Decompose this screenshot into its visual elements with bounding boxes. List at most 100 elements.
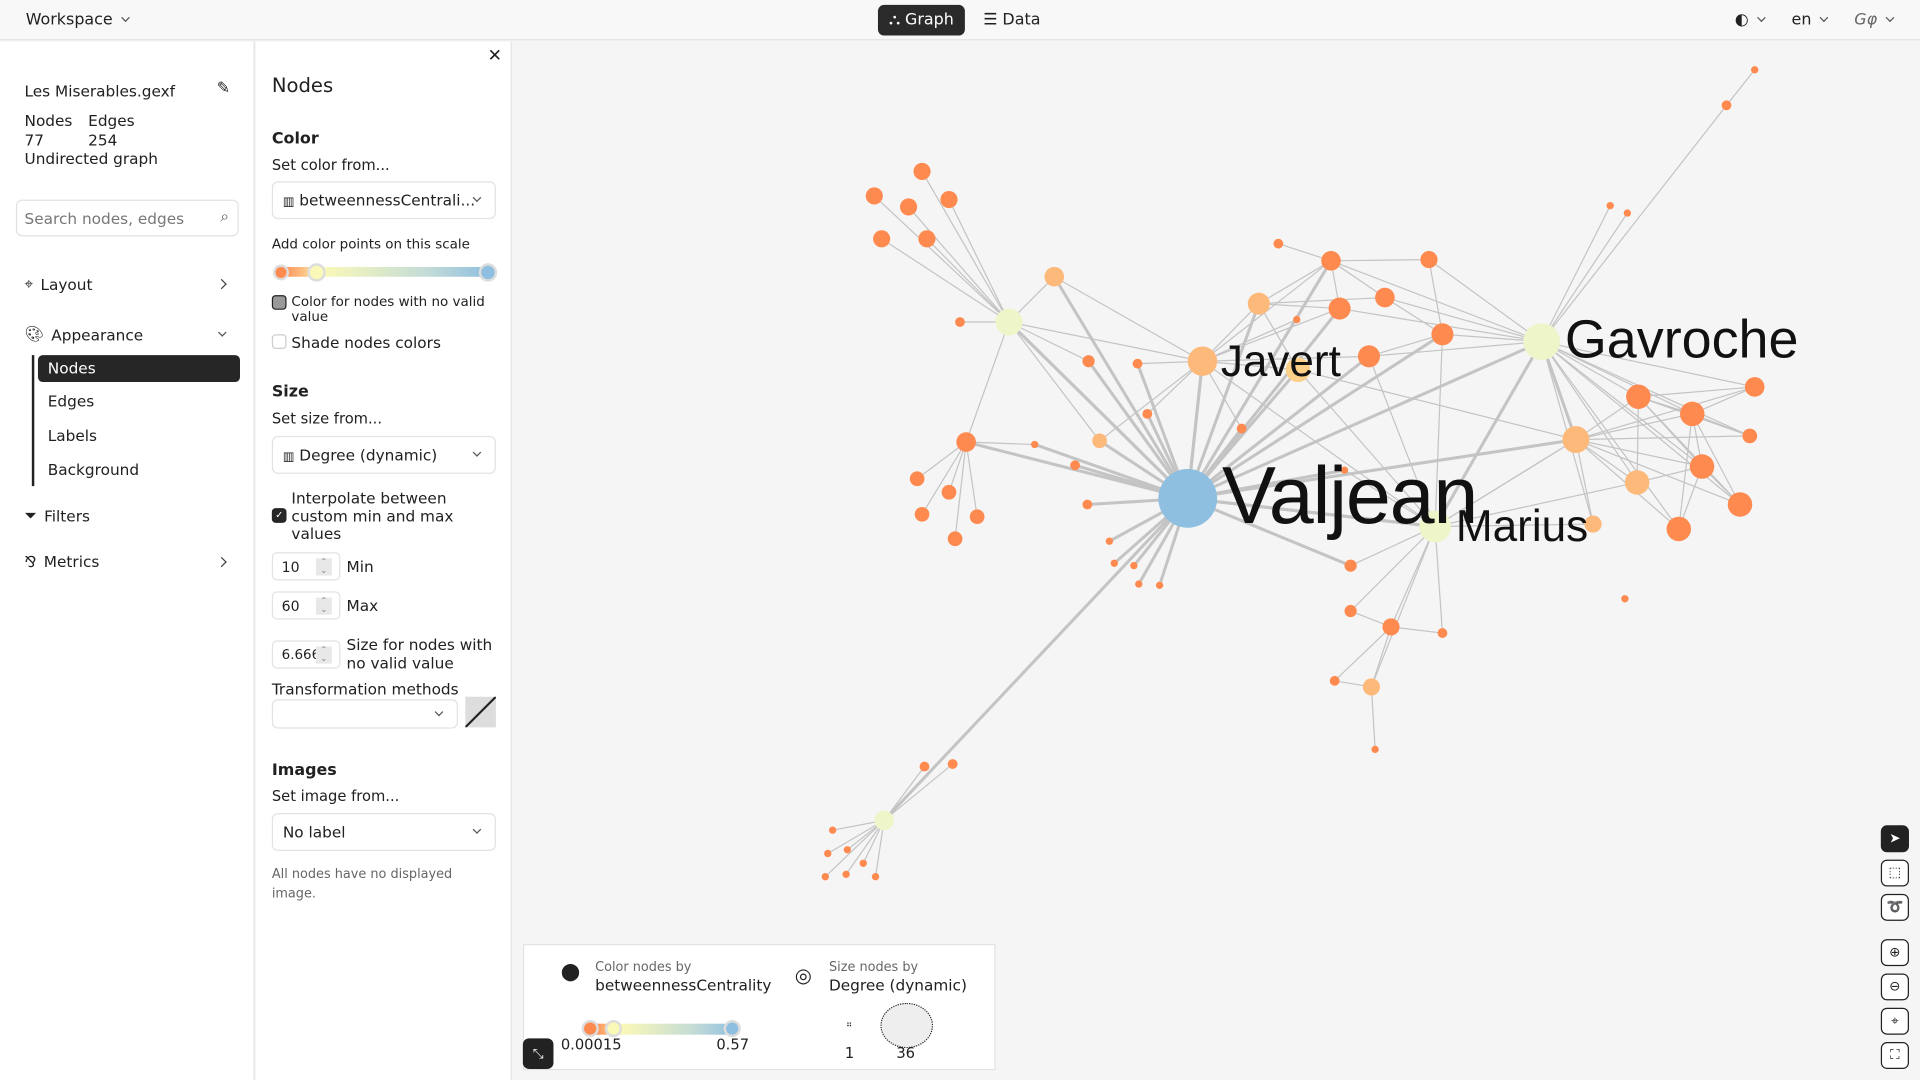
marquee-select-button[interactable]: ⬚ — [1880, 859, 1909, 887]
tab-data[interactable]: ☰ Data — [972, 5, 1051, 36]
edit-icon[interactable]: ✎ — [217, 80, 230, 98]
graph-node[interactable] — [842, 870, 850, 878]
stepper-icon[interactable]: ⌃ ⌄ — [315, 646, 332, 664]
graph-node[interactable] — [1187, 346, 1218, 376]
graph-node[interactable] — [843, 846, 852, 854]
graph-node[interactable] — [995, 308, 1023, 336]
sidebar-item-edges[interactable]: Edges — [38, 388, 240, 415]
sidebar-item-nodes[interactable]: Nodes — [37, 355, 241, 383]
graph-node[interactable] — [859, 859, 867, 867]
graph-node[interactable] — [1105, 537, 1114, 545]
transform-select[interactable] — [271, 699, 458, 729]
graph-node[interactable] — [1135, 580, 1143, 588]
nav-appearance[interactable]: 🎨︎ Appearance — [24, 324, 230, 344]
graph-node[interactable] — [1431, 323, 1454, 346]
image-attribute-select[interactable]: No label — [271, 813, 496, 852]
min-size-input[interactable]: 10 ⌃ ⌄ — [271, 552, 341, 581]
graph-node[interactable] — [909, 471, 925, 487]
graph-node[interactable] — [919, 761, 930, 772]
workspace-menu[interactable]: Workspace — [26, 11, 130, 29]
graph-node[interactable] — [1382, 618, 1400, 636]
graph-node[interactable] — [941, 484, 957, 500]
user-menu[interactable]: Gφ — [1854, 11, 1895, 29]
graph-node[interactable] — [873, 230, 891, 248]
graph-node[interactable] — [1344, 604, 1357, 618]
graph-node[interactable] — [865, 187, 883, 205]
graph-node[interactable] — [1727, 492, 1753, 517]
graph-node[interactable] — [1082, 355, 1095, 368]
fullscreen-button[interactable]: ⛶ — [1880, 1042, 1909, 1069]
no-value-color-swatch[interactable] — [271, 295, 287, 310]
graph-node[interactable] — [1092, 433, 1107, 449]
graph-node[interactable] — [940, 191, 958, 209]
search-input[interactable]: Search nodes, edges ⌕ — [15, 199, 239, 237]
graph-node[interactable] — [947, 531, 963, 547]
graph-node[interactable] — [821, 873, 829, 881]
graph-node[interactable] — [1606, 202, 1614, 210]
no-value-size-input[interactable]: 6.666 ⌃ ⌄ — [271, 640, 341, 669]
graph-node[interactable] — [955, 317, 965, 327]
graph-node[interactable] — [1375, 287, 1395, 308]
graph-node[interactable] — [874, 810, 894, 831]
zoom-out-button[interactable]: ⊖ — [1880, 973, 1909, 1001]
sidebar-item-background[interactable]: Background — [38, 457, 240, 484]
stepper-icon[interactable]: ⌃ ⌄ — [315, 558, 332, 576]
linear-transform-icon[interactable] — [465, 696, 496, 728]
center-view-button[interactable]: ⌖ — [1880, 1007, 1909, 1035]
theme-toggle[interactable]: ◐ — [1735, 11, 1766, 29]
color-point-min[interactable] — [273, 264, 289, 281]
graph-node[interactable] — [1624, 470, 1650, 495]
graph-node[interactable] — [1742, 428, 1758, 444]
graph-node[interactable] — [1523, 323, 1561, 361]
graph-node[interactable] — [1666, 516, 1692, 542]
graph-node[interactable] — [1293, 315, 1301, 324]
graph-node[interactable] — [1142, 408, 1153, 419]
graph-node[interactable] — [1328, 297, 1351, 320]
graph-node[interactable] — [1344, 559, 1357, 572]
graph-node[interactable] — [969, 509, 985, 525]
graph-node[interactable] — [1321, 251, 1341, 271]
graph-node[interactable] — [1437, 628, 1448, 638]
graph-node[interactable] — [947, 759, 958, 769]
graph-node[interactable] — [1158, 468, 1218, 528]
graph-node[interactable] — [1562, 426, 1590, 454]
graph-node[interactable] — [913, 162, 931, 181]
nav-layout[interactable]: ⌖ Layout — [24, 274, 230, 294]
color-point-mid[interactable] — [307, 263, 326, 282]
graph-node[interactable] — [1031, 440, 1039, 449]
nav-metrics[interactable]: ⅋ Metrics — [24, 552, 230, 571]
shade-checkbox[interactable] — [271, 334, 287, 349]
lasso-select-button[interactable]: ➰ — [1880, 893, 1909, 921]
zoom-in-button[interactable]: ⊕ — [1880, 939, 1909, 967]
graph-node[interactable] — [1689, 454, 1715, 479]
select-tool-button[interactable]: ➤ — [1880, 825, 1909, 853]
graph-node[interactable] — [1744, 377, 1765, 397]
graph-node[interactable] — [1621, 595, 1629, 603]
graph-node[interactable] — [1623, 209, 1632, 217]
graph-node[interactable] — [1721, 100, 1732, 111]
graph-node[interactable] — [1247, 292, 1270, 315]
tab-graph[interactable]: ⛬ Graph — [877, 4, 965, 36]
graph-node[interactable] — [900, 198, 918, 216]
graph-node[interactable] — [1626, 384, 1651, 409]
collapse-legend-button[interactable]: ⤡ — [522, 1038, 554, 1069]
graph-node[interactable] — [1082, 499, 1093, 510]
size-attribute-select[interactable]: ▥ Degree (dynamic) — [271, 435, 496, 474]
graph-node[interactable] — [1680, 401, 1705, 427]
graph-node[interactable] — [1070, 460, 1081, 471]
graph-canvas[interactable] — [513, 42, 1920, 1080]
graph-node[interactable] — [914, 506, 930, 522]
close-icon[interactable]: ✕ — [488, 47, 502, 67]
graph-node[interactable] — [828, 826, 837, 834]
graph-node[interactable] — [1110, 559, 1118, 567]
graph-node[interactable] — [1155, 581, 1164, 589]
interpolate-checkbox[interactable]: ✓ — [271, 508, 287, 523]
nav-filters[interactable]: ⏷ Filters — [24, 506, 230, 526]
graph-node[interactable] — [1236, 423, 1247, 434]
graph-node[interactable] — [1130, 562, 1138, 570]
graph-node[interactable] — [956, 432, 976, 452]
graph-node[interactable] — [918, 230, 936, 248]
graph-node[interactable] — [1362, 678, 1381, 696]
graph-node[interactable] — [1273, 238, 1284, 249]
max-size-input[interactable]: 60 ⌃ ⌄ — [271, 591, 341, 620]
